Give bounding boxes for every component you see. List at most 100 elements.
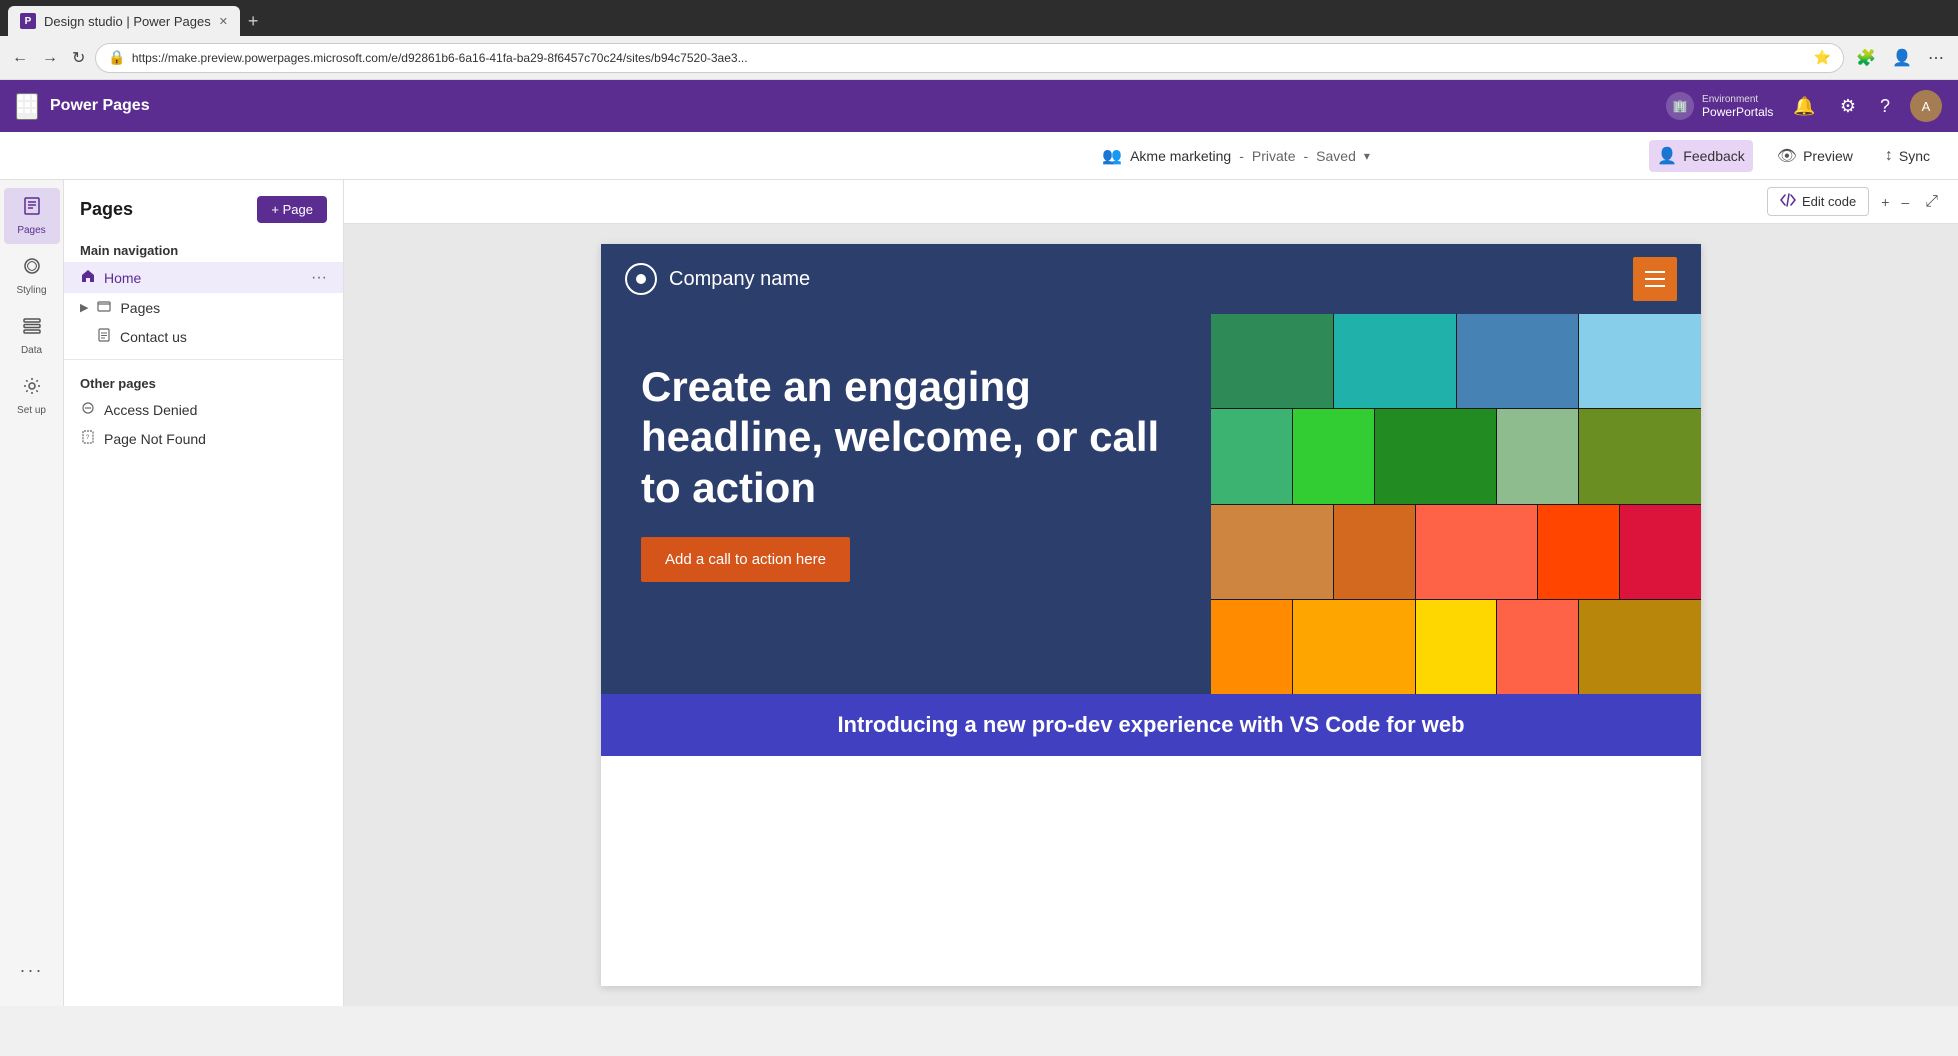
company-name: Company name — [669, 268, 810, 291]
refresh-button[interactable]: ↻ — [68, 44, 89, 72]
feedback-button[interactable]: 👤 Feedback — [1649, 140, 1752, 172]
tab-close-button[interactable]: ✕ — [219, 15, 228, 28]
zoom-in-button[interactable]: + — [1877, 190, 1893, 214]
logo-dot — [636, 274, 646, 284]
site-status: - — [1239, 148, 1244, 164]
user-avatar[interactable]: A — [1910, 90, 1942, 122]
canvas-area: Edit code + – ⤢ Company name — [344, 180, 1958, 1006]
extensions-button[interactable]: 🧩 — [1850, 44, 1882, 72]
app-header-right: 🏢 Environment PowerPortals 🔔 ⚙ ? A — [1666, 90, 1942, 122]
site-info: 👥 Akme marketing - Private - Saved ▾ — [835, 146, 1638, 166]
waffle-menu-button[interactable] — [16, 93, 38, 120]
active-tab[interactable]: P Design studio | Power Pages ✕ — [8, 6, 240, 36]
hero-cta-button[interactable]: Add a call to action here — [641, 537, 850, 582]
menu-line-1 — [1645, 271, 1665, 273]
site-dropdown-chevron[interactable]: ▾ — [1364, 149, 1370, 163]
home-more-button[interactable]: ··· — [311, 269, 327, 287]
menu-line-3 — [1645, 285, 1665, 287]
site-save-status: - — [1303, 148, 1308, 164]
sidebar-title: Pages — [80, 199, 133, 220]
back-button[interactable]: ← — [8, 45, 32, 71]
nav-item-data[interactable]: Data — [4, 308, 60, 364]
website-menu-button[interactable] — [1633, 257, 1677, 301]
home-label: Home — [104, 270, 141, 286]
hero-title: Create an engaging headline, welcome, or… — [641, 362, 1171, 513]
sync-button[interactable]: ↕ Sync — [1877, 141, 1938, 171]
edit-code-button[interactable]: Edit code — [1767, 187, 1869, 216]
pages-folder-icon — [96, 299, 112, 316]
nav-item-styling[interactable]: Styling — [4, 248, 60, 304]
sidebar-item-pages[interactable]: ▶ Pages — [64, 293, 343, 322]
more-dots: ··· — [20, 960, 44, 981]
website-preview[interactable]: Company name Create an engaging headline… — [344, 224, 1958, 1006]
profile-button[interactable]: 👤 — [1886, 44, 1918, 72]
environment-icon: 🏢 — [1666, 92, 1694, 120]
nav-pages-label: Pages — [17, 225, 45, 237]
menu-line-2 — [1645, 278, 1665, 280]
nav-data-label: Data — [21, 345, 42, 357]
styling-icon — [22, 256, 42, 281]
more-button[interactable]: ⋯ — [1922, 44, 1950, 72]
browser-actions: 🧩 👤 ⋯ — [1850, 44, 1950, 72]
fullscreen-button[interactable]: ⤢ — [1921, 189, 1942, 215]
nav-more-button[interactable]: ··· — [4, 942, 60, 998]
website-header: Company name — [601, 244, 1701, 314]
svg-text:?: ? — [86, 435, 90, 441]
settings-button[interactable]: ⚙ — [1836, 92, 1860, 121]
sidebar-divider — [64, 359, 343, 360]
pages-icon — [22, 196, 42, 221]
website-frame: Company name Create an engaging headline… — [601, 244, 1701, 986]
hero-left: Create an engaging headline, welcome, or… — [601, 314, 1211, 694]
sidebar: Pages + Page Main navigation Home ··· ▶ … — [64, 180, 344, 1006]
address-bar-row: ← → ↻ 🔒 https://make.preview.powerpages.… — [0, 36, 1958, 80]
access-denied-label: Access Denied — [104, 402, 197, 418]
environment-info: 🏢 Environment PowerPortals — [1666, 92, 1773, 120]
url-text: https://make.preview.powerpages.microsof… — [132, 51, 1804, 65]
address-bar[interactable]: 🔒 https://make.preview.powerpages.micros… — [95, 43, 1844, 73]
website-logo — [625, 263, 657, 295]
app-title: Power Pages — [50, 97, 150, 115]
nav-styling-label: Styling — [16, 285, 46, 297]
site-name: Akme marketing — [1130, 148, 1231, 164]
sync-icon: ↕ — [1885, 147, 1893, 165]
hero-image — [1211, 314, 1701, 694]
nav-setup-label: Set up — [17, 405, 46, 417]
sidebar-item-access-denied[interactable]: Access Denied — [64, 395, 343, 424]
website-hero: Create an engaging headline, welcome, or… — [601, 314, 1701, 694]
feedback-icon: 👤 — [1657, 146, 1677, 166]
preview-button[interactable]: 👁 Preview — [1769, 140, 1861, 172]
vertical-nav: Pages Styling Data — [0, 180, 64, 1006]
preview-icon: 👁 — [1777, 146, 1797, 166]
add-page-button[interactable]: + Page — [257, 196, 327, 223]
main-layout: Pages Styling Data — [0, 180, 1958, 1006]
sidebar-header: Pages + Page — [64, 180, 343, 235]
environment-name: PowerPortals — [1702, 105, 1773, 119]
canvas-zoom-controls: + – — [1877, 190, 1913, 214]
contact-label: Contact us — [120, 329, 187, 345]
zoom-out-button[interactable]: – — [1897, 190, 1913, 214]
banner-text: Introducing a new pro-dev experience wit… — [837, 712, 1464, 737]
nav-item-pages[interactable]: Pages — [4, 188, 60, 244]
other-pages-section-label: Other pages — [64, 368, 343, 395]
help-button[interactable]: ? — [1876, 92, 1894, 121]
toolbar-actions: 👤 Feedback 👁 Preview ↕ Sync — [1649, 140, 1938, 172]
page-not-found-label: Page Not Found — [104, 431, 206, 447]
pages-expand-chevron[interactable]: ▶ — [80, 301, 88, 314]
page-not-found-icon: ? — [80, 430, 96, 447]
tab-bar: P Design studio | Power Pages ✕ + — [0, 0, 1958, 36]
website-banner: Introducing a new pro-dev experience wit… — [601, 694, 1701, 756]
sidebar-item-page-not-found[interactable]: ? Page Not Found — [64, 424, 343, 453]
forward-button[interactable]: → — [38, 45, 62, 71]
setup-icon — [22, 376, 42, 401]
notifications-button[interactable]: 🔔 — [1789, 92, 1819, 121]
site-saved: Saved — [1316, 148, 1356, 164]
pages-label: Pages — [120, 300, 160, 316]
edit-code-icon — [1780, 192, 1796, 211]
new-tab-button[interactable]: + — [240, 7, 267, 36]
sidebar-item-contact[interactable]: Contact us — [64, 322, 343, 351]
nav-item-setup[interactable]: Set up — [4, 368, 60, 424]
tab-favicon: P — [20, 13, 36, 29]
tab-title: Design studio | Power Pages — [44, 14, 211, 29]
sidebar-item-home[interactable]: Home ··· — [64, 262, 343, 293]
access-denied-icon — [80, 401, 96, 418]
